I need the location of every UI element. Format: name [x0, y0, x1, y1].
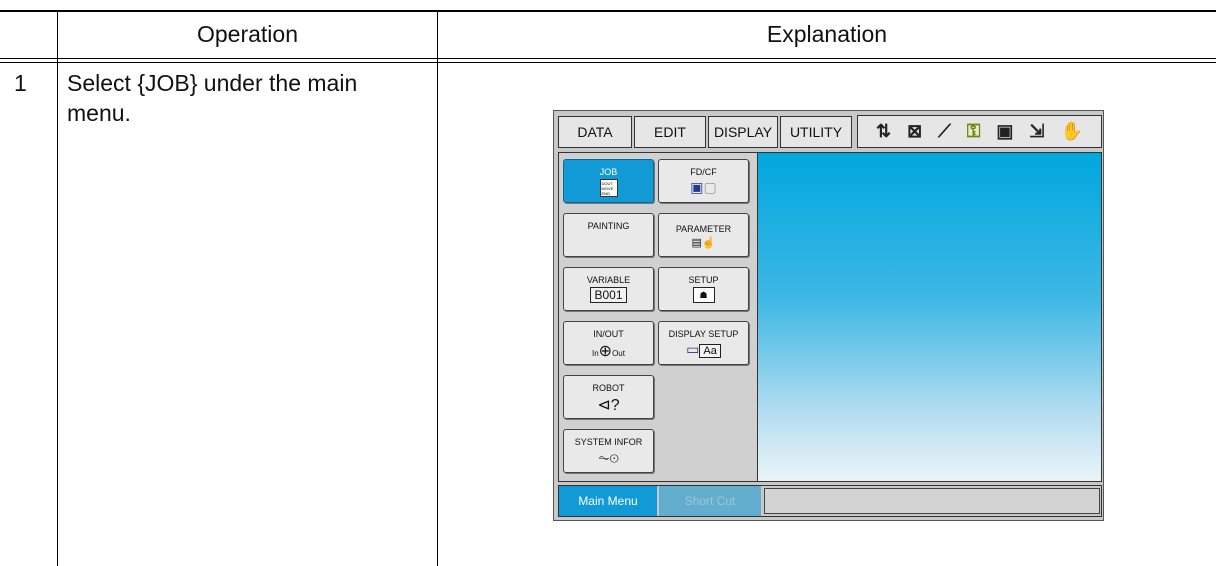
menu-inout-label: IN/OUT: [593, 329, 624, 339]
tab-display[interactable]: DISPLAY: [708, 116, 778, 148]
hand-icon: ✋: [1060, 121, 1083, 141]
key-icon: ⚿: [966, 121, 981, 141]
sigma-icon: ⊠: [907, 121, 923, 141]
main-menu-button[interactable]: Main Menu: [559, 486, 657, 516]
export-icon: ⇲: [1029, 121, 1045, 141]
menu-painting-button[interactable]: PAINTING: [563, 213, 654, 257]
status-icon-strip: ⇅ ⊠ ⟋ ⚿ ▣ ⇲ ✋: [857, 115, 1102, 148]
menu-job-label: JOB: [599, 167, 618, 177]
operation-text: Select {JOB} under the main menu.: [67, 70, 358, 126]
display-setup-icon: ▭ Aa: [659, 341, 748, 358]
header-rule-2: [0, 62, 1216, 63]
system-info-icon: ⏦⊙: [598, 449, 619, 465]
job-document-icon: DOUT MOVE END: [599, 179, 618, 197]
teach-pendant-screen: DATA EDIT DISPLAY UTILITY ⇅ ⊠ ⟋ ⚿ ▣ ⇲ ✋ …: [553, 110, 1104, 521]
variable-icon: B001: [590, 287, 627, 303]
card-icon: ▣: [996, 121, 1014, 141]
menu-display-setup-label: DISPLAY SETUP: [668, 329, 739, 339]
table-top-rule: [0, 10, 1216, 12]
menu-system-info-button[interactable]: SYSTEM INFOR ⏦⊙: [563, 429, 654, 473]
tab-utility[interactable]: UTILITY: [780, 116, 852, 148]
col-divider-operation: [437, 10, 438, 566]
menu-parameter-button[interactable]: PARAMETER ▤☝: [658, 213, 749, 257]
short-cut-button[interactable]: Short Cut: [659, 486, 761, 516]
inout-icon: In⊕Out: [592, 343, 625, 360]
bottom-status-field: [764, 488, 1100, 514]
menu-fdcf-button[interactable]: FD/CF ▣▢: [658, 159, 749, 203]
setup-icon: ☗: [659, 287, 748, 303]
tab-data[interactable]: DATA: [558, 116, 632, 148]
menu-variable-button[interactable]: VARIABLE B001: [563, 267, 654, 311]
menu-fdcf-label: FD/CF: [690, 167, 717, 177]
parameter-icon: ▤☝: [691, 237, 716, 249]
robot-arm-icon: ⟋: [938, 121, 951, 141]
step-number: 1: [14, 70, 27, 96]
menu-robot-button[interactable]: ROBOT ⊲?: [563, 375, 654, 419]
main-display-area: [757, 152, 1102, 482]
robot-icon: ⊲?: [597, 397, 620, 414]
menu-painting-label: PAINTING: [587, 221, 630, 231]
menu-setup-button[interactable]: SETUP ☗: [658, 267, 749, 311]
menu-system-info-label: SYSTEM INFOR: [574, 437, 643, 447]
axis-icon: ⇅: [875, 121, 892, 141]
tab-edit[interactable]: EDIT: [634, 116, 706, 148]
menu-inout-button[interactable]: IN/OUT In⊕Out: [563, 321, 654, 365]
col-divider-step: [57, 10, 58, 566]
menu-job-button[interactable]: JOB DOUT MOVE END: [563, 159, 654, 203]
main-menu-panel: JOB DOUT MOVE END PAINTING VARIABLE B001 I…: [558, 152, 758, 482]
menu-display-setup-button[interactable]: DISPLAY SETUP ▭ Aa: [658, 321, 749, 365]
header-explanation: Explanation: [766, 21, 888, 47]
menu-parameter-label: PARAMETER: [675, 224, 732, 234]
header-rule-1: [0, 58, 1216, 59]
floppy-icon: ▣▢: [690, 179, 717, 195]
bottom-bar: Main Menu Short Cut: [558, 485, 1102, 517]
header-operation: Operation: [196, 21, 298, 47]
menu-setup-label: SETUP: [688, 275, 719, 285]
menu-variable-label: VARIABLE: [586, 275, 631, 285]
menu-robot-label: ROBOT: [592, 383, 625, 393]
